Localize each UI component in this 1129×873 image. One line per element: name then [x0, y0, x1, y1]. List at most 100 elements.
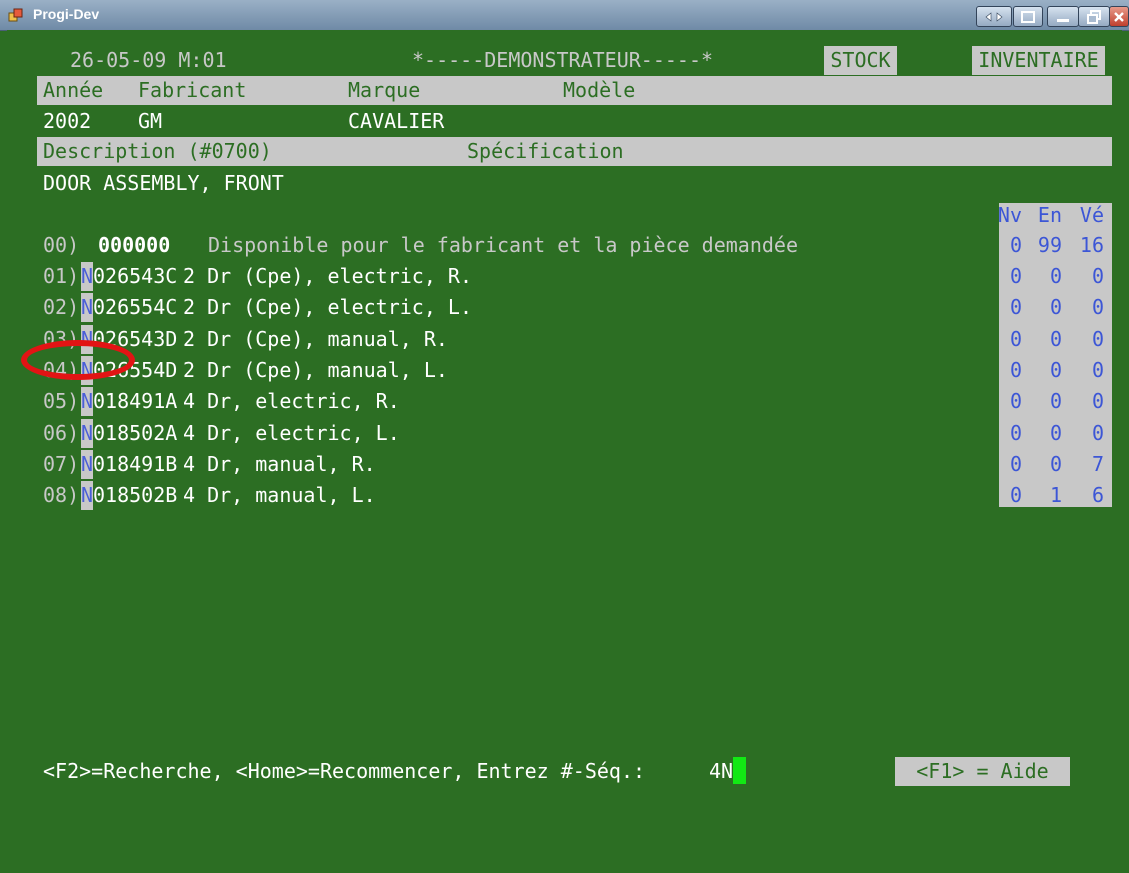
part-row[interactable]: 05) N 018491A 4 Dr, electric, R. 0 0 0	[7, 387, 1122, 416]
footer-prompt: <F2>=Recherche, <Home>=Recommencer, Entr…	[43, 759, 646, 783]
default-ve: 16	[1079, 233, 1104, 257]
part-row[interactable]: 08) N 018502B 4 Dr, manual, L. 0 1 6	[7, 481, 1122, 510]
part-code: 026543C	[93, 264, 178, 288]
part-en: 0	[1049, 327, 1062, 351]
part-ve: 0	[1091, 421, 1104, 445]
manufacturer-header: Fabricant	[138, 78, 247, 102]
inventory-header-row: Nv En Vé	[7, 201, 1122, 230]
vehicle-manufacturer[interactable]: GM	[138, 107, 162, 136]
part-en: 0	[1049, 358, 1062, 382]
ve-header: Vé	[1079, 203, 1104, 227]
part-seq: 08)	[43, 483, 80, 507]
part-flag: N	[81, 481, 94, 510]
description-header: Description (#0700)	[43, 139, 272, 163]
help-button[interactable]: <F1> = Aide	[895, 757, 1070, 786]
window-titlebar[interactable]: Progi-Dev	[0, 0, 1129, 31]
status-row: 26-05-09 M:01 *-----DEMONSTRATEUR-----* …	[7, 46, 1122, 75]
year-header: Année	[43, 78, 104, 102]
part-ve: 0	[1091, 389, 1104, 413]
vehicle-header-bar: Année Fabricant Marque Modèle	[37, 76, 1112, 105]
sequence-input[interactable]: 4N	[709, 757, 733, 786]
part-nv: 0	[1009, 483, 1022, 507]
part-nv: 0	[1009, 327, 1022, 351]
part-flag: N	[81, 450, 94, 479]
vehicle-make[interactable]: CAVALIER	[348, 107, 444, 136]
stock-tab[interactable]: STOCK	[824, 46, 897, 75]
restore-window-button[interactable]	[1013, 6, 1043, 27]
part-description-row: DOOR ASSEMBLY, FRONT	[7, 169, 1122, 198]
part-nv: 0	[1009, 358, 1022, 382]
part-en: 0	[1049, 389, 1062, 413]
part-desc: 2 Dr (Cpe), manual, R.	[183, 327, 448, 351]
description-header-bar: Description (#0700) Spécification	[37, 137, 1112, 166]
app-icon	[8, 8, 23, 22]
part-nv: 0	[1009, 389, 1022, 413]
part-nv: 0	[1009, 264, 1022, 288]
part-seq: 06)	[43, 421, 80, 445]
en-header: En	[1037, 203, 1062, 227]
date-mode: 26-05-09 M:01	[70, 48, 227, 72]
part-ve: 0	[1091, 264, 1104, 288]
part-seq: 05)	[43, 389, 80, 413]
part-description: DOOR ASSEMBLY, FRONT	[43, 171, 284, 195]
part-row[interactable]: 03) N 026543D 2 Dr (Cpe), manual, R. 0 0 0	[7, 325, 1122, 354]
part-desc: 4 Dr, electric, R.	[183, 389, 400, 413]
inventory-tab[interactable]: INVENTAIRE	[972, 46, 1105, 75]
default-text: Disponible pour le fabricant et la pièce…	[208, 233, 799, 257]
part-seq: 07)	[43, 452, 80, 476]
arrows-icon	[985, 11, 1003, 22]
part-desc: 2 Dr (Cpe), electric, R.	[183, 264, 472, 288]
part-flag: N	[81, 419, 94, 448]
text-cursor	[733, 757, 746, 784]
default-row[interactable]: 00) 000000 Disponible pour le fabricant …	[7, 231, 1122, 260]
part-en: 0	[1049, 295, 1062, 319]
vehicle-row: 2002 GM CAVALIER	[7, 107, 1122, 136]
default-en: 99	[1037, 233, 1062, 257]
vehicle-year[interactable]: 2002	[43, 107, 91, 136]
default-nv: 0	[1009, 233, 1022, 257]
part-en: 0	[1049, 264, 1062, 288]
part-row[interactable]: 01) N 026543C 2 Dr (Cpe), electric, R. 0 0 0	[7, 262, 1122, 291]
part-desc: 4 Dr, manual, L.	[183, 483, 376, 507]
part-desc: 4 Dr, manual, R.	[183, 452, 376, 476]
part-code: 018491A	[93, 389, 178, 413]
part-ve: 0	[1091, 358, 1104, 382]
minimize-button[interactable]	[1047, 6, 1079, 27]
default-seq: 00)	[43, 233, 80, 257]
part-row[interactable]: 07) N 018491B 4 Dr, manual, R. 0 0 7	[7, 450, 1122, 479]
part-ve: 0	[1091, 327, 1104, 351]
part-seq: 01)	[43, 264, 80, 288]
part-desc: 2 Dr (Cpe), electric, L.	[183, 295, 472, 319]
part-nv: 0	[1009, 452, 1022, 476]
specification-header: Spécification	[467, 139, 624, 163]
part-desc: 2 Dr (Cpe), manual, L.	[183, 358, 448, 382]
part-desc: 4 Dr, electric, L.	[183, 421, 400, 445]
part-seq: 02)	[43, 295, 80, 319]
window-title: Progi-Dev	[33, 6, 100, 22]
part-code: 018502B	[93, 483, 178, 507]
maximize-icon	[1087, 9, 1101, 24]
close-icon	[1114, 11, 1124, 22]
maximize-button[interactable]	[1078, 6, 1110, 27]
close-button[interactable]	[1109, 6, 1129, 27]
part-code: 018491B	[93, 452, 178, 476]
part-flag: N	[81, 387, 94, 416]
part-row[interactable]: 02) N 026554C 2 Dr (Cpe), electric, L. 0 0 0	[7, 293, 1122, 322]
nv-header: Nv	[997, 203, 1022, 227]
mode-banner: *-----DEMONSTRATEUR-----*	[412, 48, 714, 72]
red-annotation-ellipse	[21, 340, 135, 380]
part-row[interactable]: 06) N 018502A 4 Dr, electric, L. 0 0 0	[7, 419, 1122, 448]
part-en: 0	[1049, 421, 1062, 445]
make-header: Marque	[348, 78, 421, 102]
part-flag: N	[81, 293, 94, 322]
part-flag: N	[81, 262, 94, 291]
minimize-icon	[1057, 18, 1069, 22]
window-icon	[1021, 10, 1035, 23]
part-code: 018502A	[93, 421, 178, 445]
terminal-screen: 26-05-09 M:01 *-----DEMONSTRATEUR-----* …	[7, 30, 1122, 815]
toggle-icon-button[interactable]	[976, 6, 1012, 27]
part-ve: 0	[1091, 295, 1104, 319]
part-row[interactable]: 04) N 026554D 2 Dr (Cpe), manual, L. 0 0 0	[7, 356, 1122, 385]
part-en: 1	[1049, 483, 1062, 507]
model-header: Modèle	[563, 78, 636, 102]
